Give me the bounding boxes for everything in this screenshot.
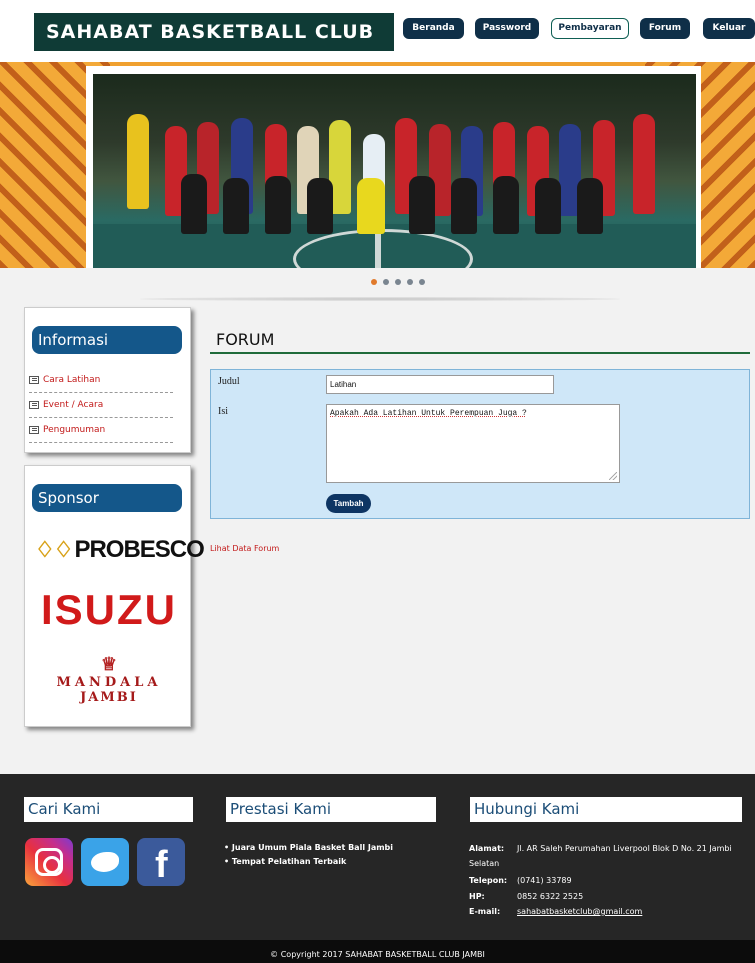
- judul-input[interactable]: Latihan: [326, 375, 554, 394]
- email-link[interactable]: sahabatbasketclub@gmail.com: [517, 907, 642, 916]
- team-photo: [93, 74, 696, 268]
- page-title: FORUM: [216, 330, 275, 349]
- nav-beranda-button[interactable]: Beranda: [403, 18, 464, 39]
- info-link-event-acara[interactable]: Event / Acara: [29, 394, 173, 418]
- facebook-icon[interactable]: f: [137, 838, 185, 886]
- info-box: Informasi Cara Latihan Event / Acara Pen…: [24, 307, 191, 453]
- isi-label: Isi: [218, 406, 228, 417]
- notebook-icon: [29, 425, 39, 434]
- sponsor-box: Sponsor ♢♢PROBESCO ISUZU ♕ MANDALA JAMBI: [24, 465, 205, 727]
- prestasi-item: • Juara Umum Piala Basket Ball Jambi: [224, 843, 394, 852]
- resize-grip-icon[interactable]: [609, 472, 617, 480]
- info-heading: Informasi: [32, 326, 182, 354]
- telepon-value: (0741) 33789: [517, 876, 572, 885]
- slider-dot[interactable]: [395, 279, 401, 285]
- header: SAHABAT BASKETBALL CLUB JAMBI Beranda Pa…: [0, 0, 755, 81]
- mandala-jambi-logo[interactable]: ♕ MANDALA JAMBI: [33, 654, 185, 705]
- info-link-pengumuman[interactable]: Pengumuman: [29, 419, 173, 443]
- site-title: SAHABAT BASKETBALL CLUB JAMBI: [34, 13, 394, 81]
- notebook-icon: [29, 400, 39, 409]
- title-divider: [210, 352, 750, 354]
- email-label: E-mail:: [469, 907, 501, 916]
- slider-dot[interactable]: [383, 279, 389, 285]
- sponsor-heading: Sponsor: [32, 484, 182, 512]
- info-link-cara-latihan[interactable]: Cara Latihan: [29, 369, 173, 393]
- telepon-label: Telepon:: [469, 876, 508, 885]
- cari-kami-heading: Cari Kami: [24, 797, 193, 822]
- nav-keluar-button[interactable]: Keluar: [703, 18, 755, 39]
- notebook-icon: [29, 375, 39, 384]
- hp-value: 0852 6322 2525: [517, 892, 584, 901]
- hp-label: HP:: [469, 892, 485, 901]
- lihat-data-forum-link[interactable]: Lihat Data Forum: [210, 544, 279, 553]
- crown-icon: ♕: [100, 654, 118, 675]
- alamat-value: Jl. AR Saleh Perumahan Liverpool Blok D …: [517, 844, 732, 853]
- probesco-logo[interactable]: ♢♢PROBESCO: [35, 536, 205, 564]
- isuzu-logo[interactable]: ISUZU: [31, 586, 187, 634]
- slider-dot[interactable]: [371, 279, 377, 285]
- nav-password-button[interactable]: Password: [475, 18, 539, 39]
- twitter-icon[interactable]: [81, 838, 129, 886]
- slider-dot[interactable]: [407, 279, 413, 285]
- alamat-value-2: Selatan: [469, 859, 500, 868]
- prestasi-heading: Prestasi Kami: [226, 797, 436, 822]
- judul-label: Judul: [218, 376, 240, 387]
- banner-slider: [0, 62, 755, 268]
- hubungi-heading: Hubungi Kami: [470, 797, 742, 822]
- tambah-button[interactable]: Tambah: [326, 494, 371, 513]
- alamat-label: Alamat:: [469, 844, 505, 853]
- nav-forum-button[interactable]: Forum: [640, 18, 690, 39]
- copyright-text: © Copyright 2017 SAHABAT BASKETBALL CLUB…: [270, 950, 485, 959]
- probesco-mark-icon: ♢♢: [35, 537, 73, 562]
- instagram-icon[interactable]: [25, 838, 73, 886]
- isi-textarea[interactable]: Apakah Ada Latihan Untuk Perempuan Juga …: [326, 404, 620, 483]
- nav-pembayaran-button[interactable]: Pembayaran: [551, 18, 629, 39]
- slider-dot[interactable]: [419, 279, 425, 285]
- prestasi-item: • Tempat Pelatihan Terbaik: [224, 857, 347, 866]
